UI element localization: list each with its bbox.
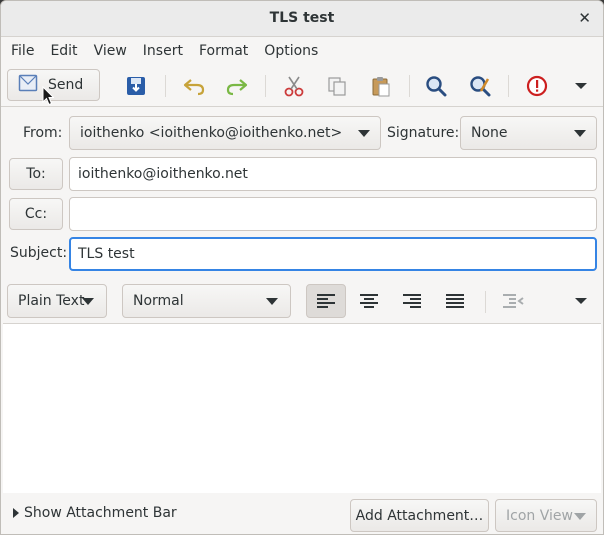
window-title: TLS test bbox=[269, 10, 335, 26]
toolbar-separator bbox=[508, 75, 509, 97]
chevron-right-icon bbox=[13, 508, 19, 518]
align-center-icon bbox=[360, 294, 378, 308]
subject-label: Subject: bbox=[10, 245, 68, 261]
from-account-select[interactable]: ioithenko <ioithenko@ioithenko.net> bbox=[69, 116, 381, 150]
add-attachment-label: Add Attachment… bbox=[355, 507, 484, 524]
chevron-down-icon bbox=[82, 298, 94, 305]
toolbar-separator bbox=[165, 75, 166, 97]
menu-format[interactable]: Format bbox=[191, 37, 256, 65]
from-value: ioithenko <ioithenko@ioithenko.net> bbox=[80, 125, 343, 141]
align-right-button[interactable] bbox=[392, 284, 432, 318]
mouse-pointer-icon bbox=[42, 85, 55, 110]
titlebar: TLS test ✕ bbox=[1, 1, 603, 37]
view-value: Icon View bbox=[506, 507, 573, 524]
justify-button[interactable] bbox=[435, 284, 475, 318]
paragraph-style-select[interactable]: Normal bbox=[122, 284, 291, 318]
attachment-bar-label: Show Attachment Bar bbox=[24, 505, 177, 521]
signature-select[interactable]: None bbox=[460, 116, 597, 150]
close-icon[interactable]: ✕ bbox=[578, 9, 591, 27]
align-left-button[interactable] bbox=[306, 284, 346, 318]
signature-value: None bbox=[471, 125, 508, 141]
chevron-down-icon bbox=[574, 130, 586, 137]
justify-icon bbox=[446, 294, 464, 308]
to-field[interactable]: ioithenko@ioithenko.net bbox=[69, 157, 597, 191]
align-center-button[interactable] bbox=[349, 284, 389, 318]
menu-insert[interactable]: Insert bbox=[135, 37, 191, 65]
copy-icon[interactable] bbox=[323, 72, 351, 100]
to-label: To: bbox=[26, 166, 46, 182]
menu-options[interactable]: Options bbox=[256, 37, 326, 65]
chevron-down-icon bbox=[266, 298, 278, 305]
toolbar-separator bbox=[485, 291, 486, 313]
find-icon[interactable] bbox=[422, 72, 450, 100]
format-toolbar: Plain Text Normal bbox=[1, 279, 603, 323]
save-draft-icon[interactable] bbox=[122, 72, 150, 100]
cc-field[interactable] bbox=[69, 197, 597, 231]
undo-icon[interactable] bbox=[180, 72, 208, 100]
priority-icon[interactable] bbox=[523, 72, 551, 100]
subject-field[interactable]: TLS test bbox=[69, 237, 597, 271]
composer-window: TLS test ✕ File Edit View Insert Format … bbox=[0, 0, 604, 535]
show-attachment-bar-toggle[interactable]: Show Attachment Bar bbox=[13, 505, 177, 521]
menu-view[interactable]: View bbox=[86, 37, 135, 65]
toolbar-separator bbox=[409, 75, 410, 97]
toolbar: Send bbox=[1, 65, 603, 107]
chevron-down-icon bbox=[358, 130, 370, 137]
menu-file[interactable]: File bbox=[3, 37, 42, 65]
add-attachment-button[interactable]: Add Attachment… bbox=[350, 499, 489, 532]
format-mode-select[interactable]: Plain Text bbox=[7, 284, 107, 318]
subject-value: TLS test bbox=[78, 246, 135, 262]
toolbar-separator bbox=[265, 75, 266, 97]
format-mode-value: Plain Text bbox=[18, 293, 85, 309]
signature-label: Signature: bbox=[387, 125, 460, 141]
unindent-button[interactable] bbox=[493, 284, 533, 318]
to-button[interactable]: To: bbox=[9, 158, 63, 190]
redo-icon[interactable] bbox=[223, 72, 251, 100]
cc-label: Cc: bbox=[24, 206, 48, 222]
to-value: ioithenko@ioithenko.net bbox=[78, 166, 248, 182]
from-label: From: bbox=[23, 125, 63, 141]
attachment-view-select[interactable]: Icon View bbox=[495, 499, 597, 532]
menu-edit[interactable]: Edit bbox=[42, 37, 85, 65]
paragraph-style-value: Normal bbox=[133, 293, 184, 309]
cut-icon[interactable] bbox=[280, 72, 308, 100]
send-icon bbox=[18, 74, 38, 96]
chevron-down-icon bbox=[574, 512, 586, 520]
cc-button[interactable]: Cc: bbox=[9, 198, 63, 230]
attachment-bar: Show Attachment Bar Add Attachment… Icon… bbox=[1, 493, 603, 534]
toolbar-overflow-icon[interactable] bbox=[567, 72, 595, 100]
paste-icon[interactable] bbox=[367, 72, 395, 100]
align-left-icon bbox=[317, 294, 335, 308]
unindent-icon bbox=[503, 294, 524, 308]
format-overflow-icon[interactable] bbox=[561, 284, 601, 318]
menubar: File Edit View Insert Format Options bbox=[1, 37, 603, 65]
align-right-icon bbox=[403, 294, 421, 308]
message-body-editor[interactable] bbox=[3, 323, 601, 493]
find-replace-icon[interactable] bbox=[466, 72, 494, 100]
